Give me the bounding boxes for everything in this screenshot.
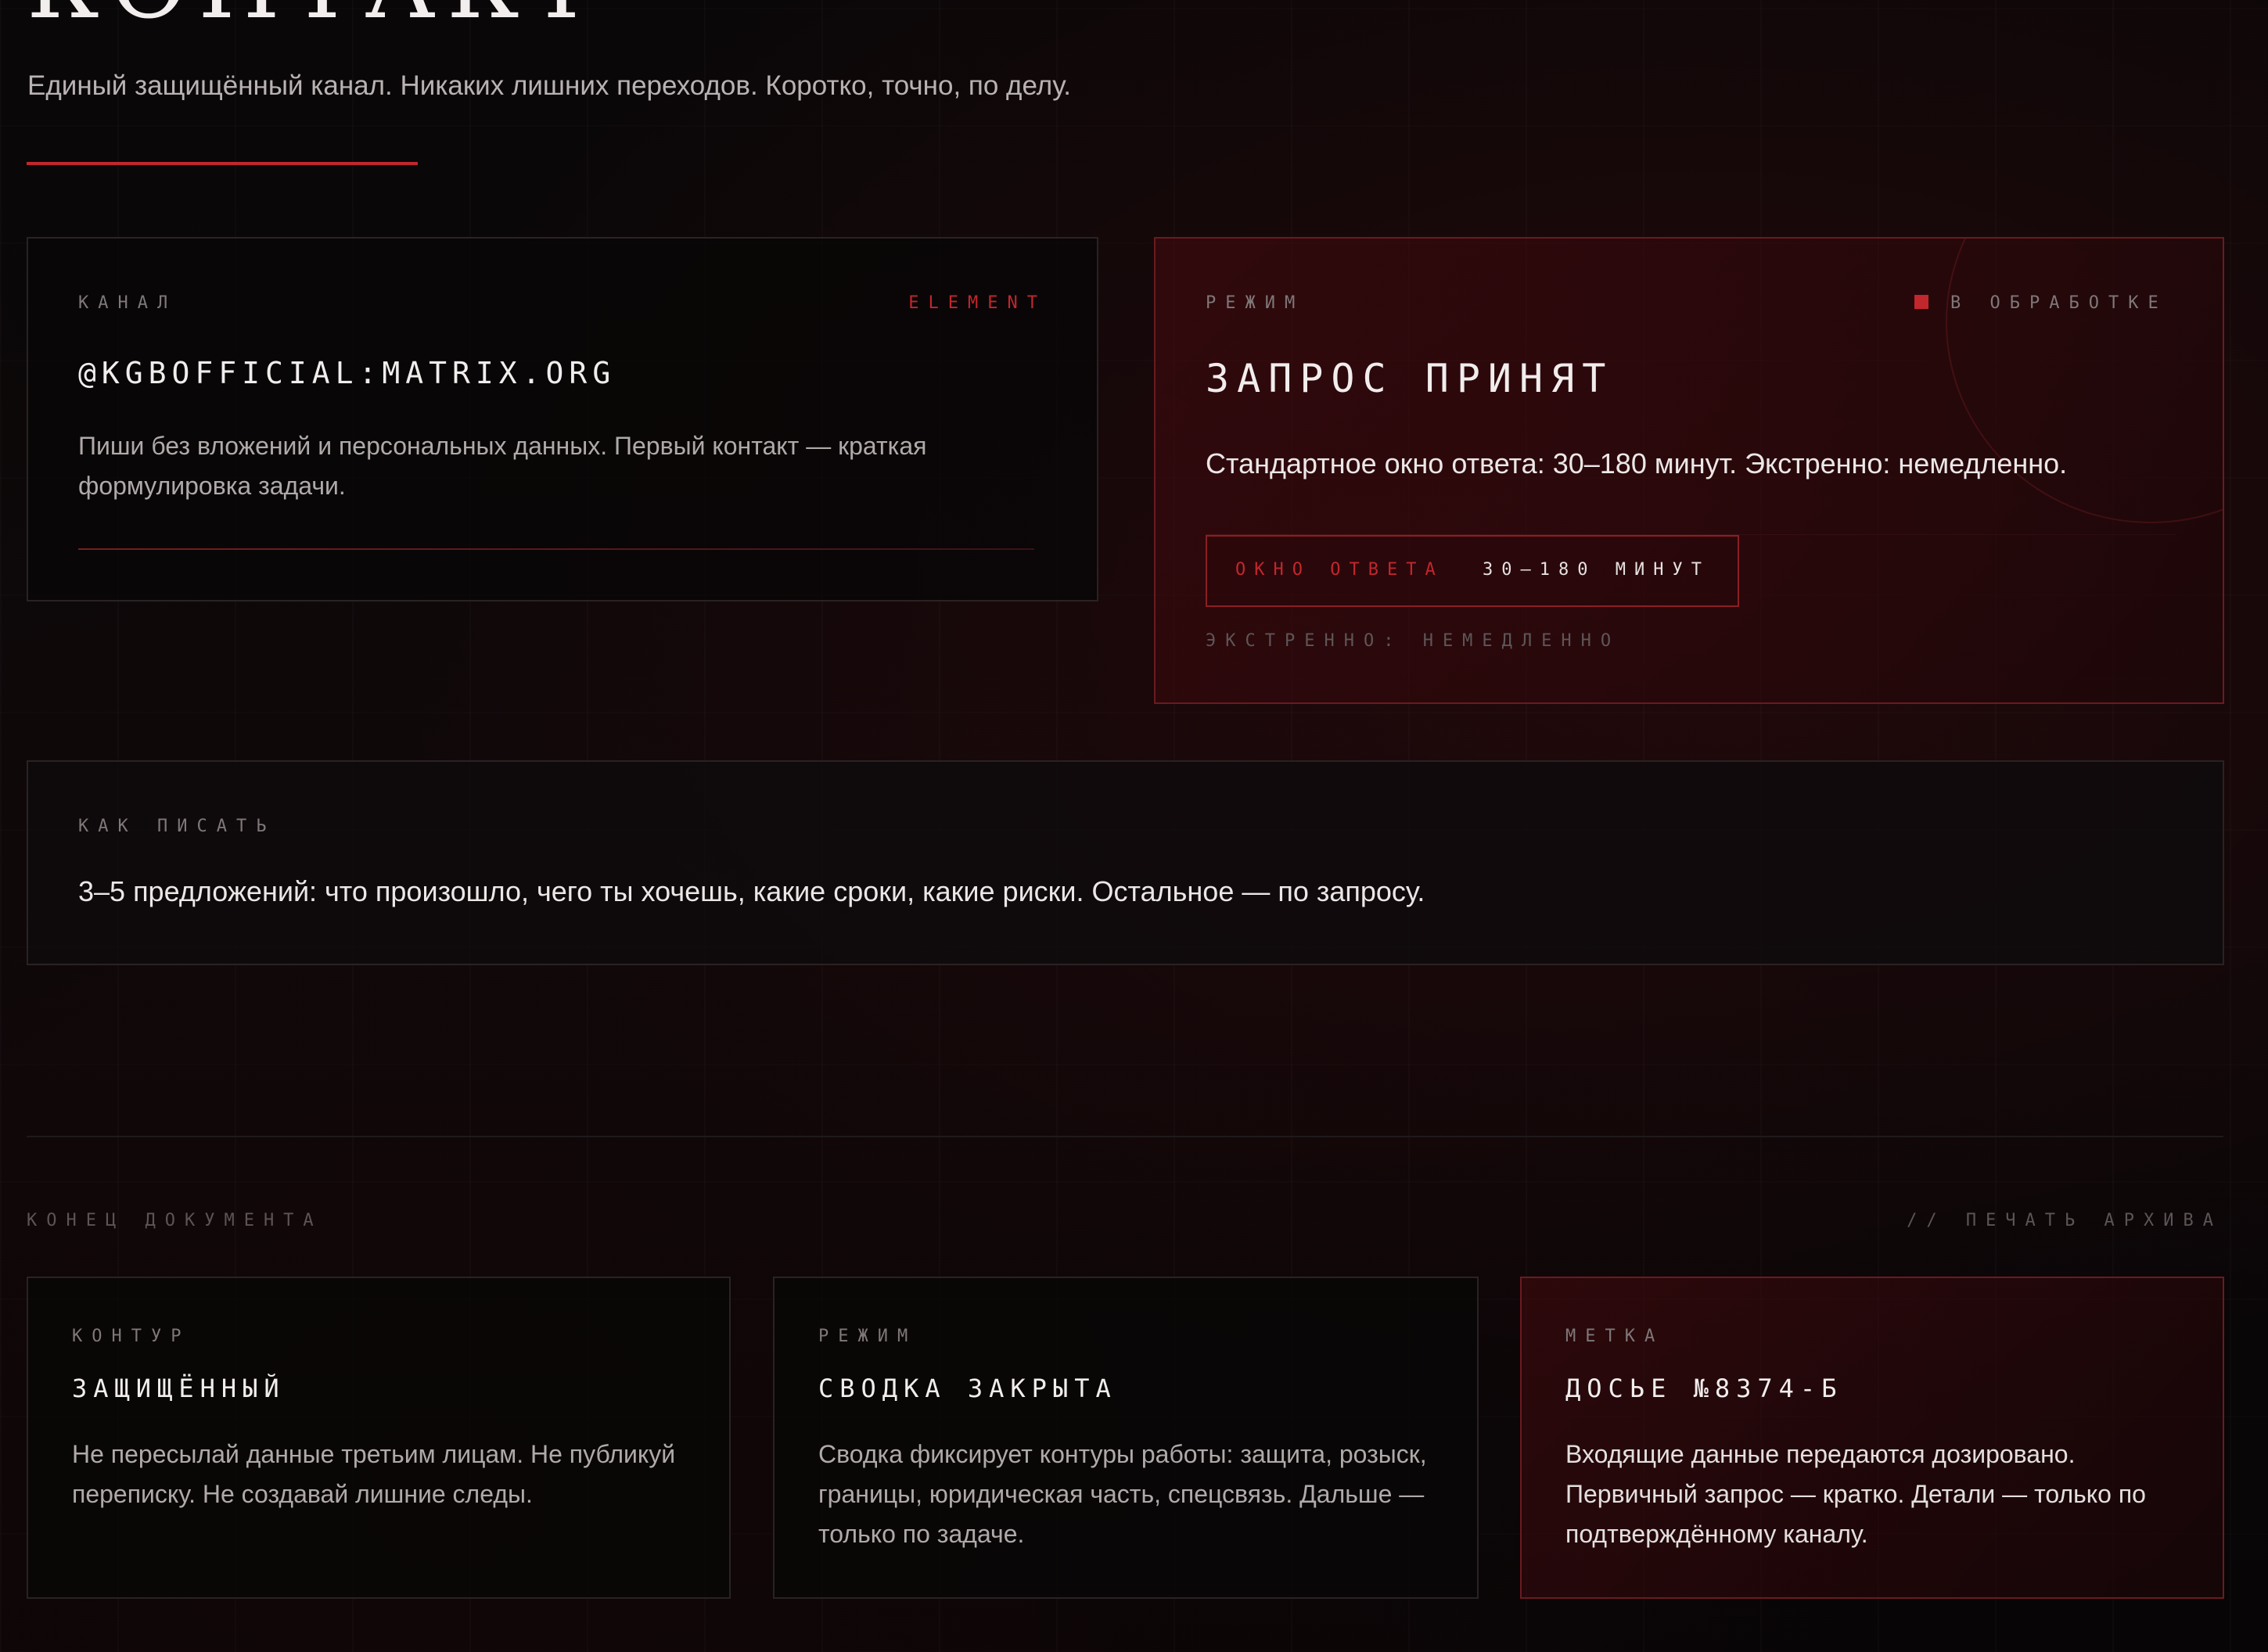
mode-description: Стандартное окно ответа: 30–180 минут. Э… [1206, 447, 2068, 479]
archive-print-label: // ПЕЧАТЬ АРХИВА [1907, 1211, 2223, 1230]
footer-card-heading: ЗАЩИЩЁННЫЙ [72, 1374, 286, 1403]
channel-card: КАНАЛ ELEMENT @KGBOFFICIAL:MATRIX.ORG Пи… [27, 237, 1098, 602]
status-dot-icon [1914, 295, 1928, 309]
title-underline [27, 162, 418, 165]
mode-label: РЕЖИМ [1206, 293, 1305, 313]
response-window-label: ОКНО ОТВЕТА [1235, 560, 1444, 580]
footer-card-heading: СВОДКА ЗАКРЫТА [818, 1374, 1117, 1403]
footer-card-tag: МЕТКА ДОСЬЕ №8374-Б Входящие данные пере… [1520, 1277, 2224, 1599]
footer-card-label: РЕЖИМ [818, 1327, 918, 1346]
mode-status: В ОБРАБОТКЕ [1950, 293, 2168, 313]
footer-card-text: Не пересылай данные третьим лицам. Не пу… [72, 1440, 676, 1508]
page-title: КОНТАКТ [27, 0, 604, 33]
channel-label: КАНАЛ [78, 293, 178, 313]
howto-label: КАК ПИСАТЬ [78, 817, 276, 836]
response-window-value: 30–180 МИНУТ [1483, 560, 1710, 580]
page-subtitle: Единый защищённый канал. Никаких лишних … [27, 70, 1071, 101]
channel-tag: ELEMENT [908, 293, 1047, 313]
end-of-document-label: КОНЕЦ ДОКУМЕНТА [27, 1211, 323, 1230]
footer-card-label: КОНТУР [72, 1327, 191, 1346]
howto-card: КАК ПИСАТЬ 3–5 предложений: что произошл… [27, 760, 2224, 965]
footer-card-label: МЕТКА [1565, 1327, 1665, 1346]
urgent-note: ЭКСТРЕННО: НЕМЕДЛЕННО [1206, 631, 1621, 651]
footer-card-heading: ДОСЬЕ №8374-Б [1565, 1374, 1843, 1403]
channel-address[interactable]: @KGBOFFICIAL:MATRIX.ORG [78, 356, 616, 390]
response-window-box: ОКНО ОТВЕТА 30–180 МИНУТ [1206, 535, 1739, 607]
mode-card: РЕЖИМ В ОБРАБОТКЕ ЗАПРОС ПРИНЯТ Стандарт… [1154, 237, 2224, 704]
howto-text: 3–5 предложений: что произошло, чего ты … [78, 875, 1425, 907]
mode-heading: ЗАПРОС ПРИНЯТ [1206, 356, 1614, 401]
contact-page: КОНТАКТ Единый защищённый канал. Никаких… [0, 0, 2268, 1652]
footer-card-contour: КОНТУР ЗАЩИЩЁННЫЙ Не пересылай данные тр… [27, 1277, 731, 1599]
channel-description: Пиши без вложений и персональных данных.… [78, 432, 927, 500]
footer-card-text: Сводка фиксирует контуры работы: защита,… [818, 1440, 1427, 1548]
channel-card-rule [78, 548, 1034, 550]
footer-card-mode: РЕЖИМ СВОДКА ЗАКРЫТА Сводка фиксирует ко… [773, 1277, 1479, 1599]
section-divider [27, 1136, 2223, 1137]
footer-card-text: Входящие данные передаются дозировано. П… [1565, 1440, 2146, 1548]
